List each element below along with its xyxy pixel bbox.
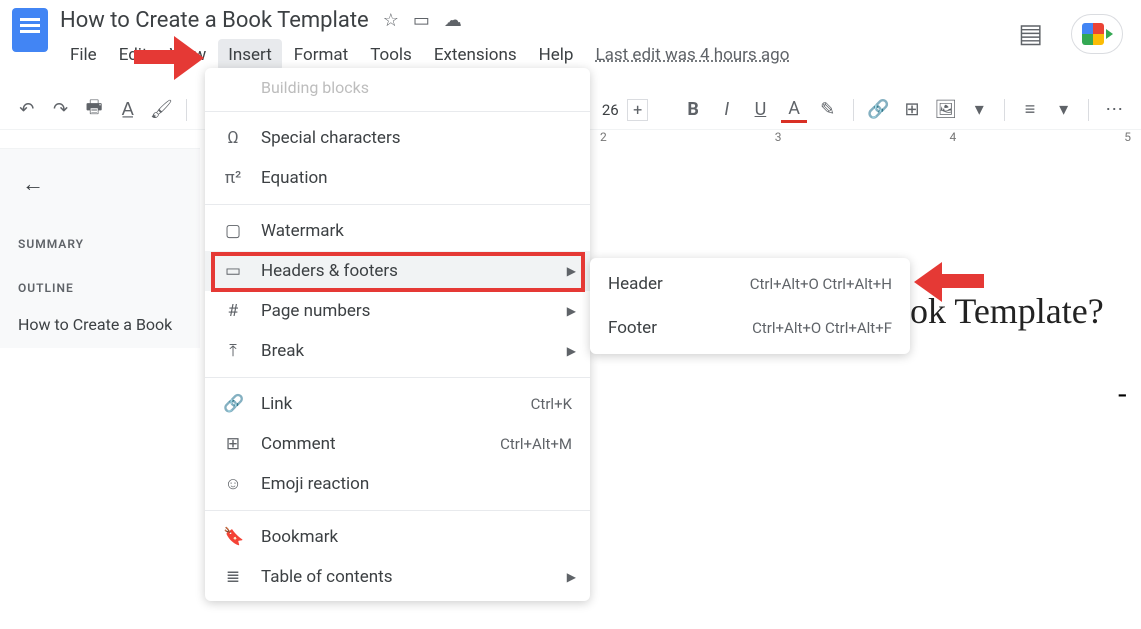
link-icon[interactable]: 🔗: [866, 97, 892, 123]
watermark-icon: ▢: [223, 221, 243, 241]
bold-icon[interactable]: B: [680, 97, 706, 123]
ruler-tick: 5: [1124, 130, 1131, 148]
paint-format-icon[interactable]: 🖌: [149, 97, 175, 123]
menu-item-emoji[interactable]: ☺ Emoji reaction: [205, 464, 590, 504]
menu-item-equation[interactable]: π² Equation: [205, 158, 590, 198]
shortcut-label: Ctrl+K: [531, 395, 572, 413]
pi-icon: π²: [223, 168, 243, 188]
menu-item-comment[interactable]: ⊞ Comment Ctrl+Alt+M: [205, 424, 590, 464]
chevron-right-icon: ▶: [567, 344, 576, 358]
summary-heading: SUMMARY: [18, 237, 182, 251]
chevron-right-icon: ▶: [567, 570, 576, 584]
outline-heading: OUTLINE: [18, 281, 182, 295]
font-size-increase[interactable]: +: [627, 99, 649, 121]
highlight-icon[interactable]: ✎: [815, 97, 841, 123]
menu-item-special-characters[interactable]: Ω Special characters: [205, 118, 590, 158]
menu-item-label: Watermark: [261, 221, 344, 241]
menu-extensions[interactable]: Extensions: [424, 39, 527, 71]
shortcut-label: Ctrl+Alt+O Ctrl+Alt+F: [752, 319, 892, 337]
submenu-item-header[interactable]: Header Ctrl+Alt+O Ctrl+Alt+H: [590, 262, 910, 306]
ruler-tick: 2: [600, 130, 607, 148]
shortcut-label: Ctrl+Alt+O Ctrl+Alt+H: [750, 275, 892, 293]
menu-file[interactable]: File: [60, 39, 107, 71]
menu-item-bookmark[interactable]: 🔖 Bookmark: [205, 517, 590, 557]
menu-item-label: Emoji reaction: [261, 474, 369, 494]
menu-item-link[interactable]: 🔗 Link Ctrl+K: [205, 384, 590, 424]
menu-item-label: Table of contents: [261, 567, 392, 587]
ruler-tick: 3: [775, 130, 782, 148]
menu-item-watermark[interactable]: ▢ Watermark: [205, 211, 590, 251]
undo-icon[interactable]: ↶: [14, 97, 40, 123]
redo-icon[interactable]: ↷: [48, 97, 74, 123]
outline-item[interactable]: How to Create a Book: [18, 315, 182, 334]
menu-tools[interactable]: Tools: [360, 39, 422, 71]
comments-icon[interactable]: ▤: [1018, 19, 1043, 49]
insert-comment-icon[interactable]: ⊞: [899, 97, 925, 123]
doc-body-dash: -: [1118, 378, 1127, 410]
meet-button[interactable]: [1071, 14, 1123, 54]
annotation-box: [211, 252, 585, 292]
submenu-item-footer[interactable]: Footer Ctrl+Alt+O Ctrl+Alt+F: [590, 306, 910, 350]
headers-footers-submenu: Header Ctrl+Alt+O Ctrl+Alt+H Footer Ctrl…: [590, 258, 910, 354]
annotation-arrow-insert: [134, 36, 204, 80]
menu-insert[interactable]: Insert: [218, 39, 282, 71]
omega-icon: Ω: [223, 128, 243, 148]
menu-item-label: Comment: [261, 434, 336, 454]
ruler-tick: 4: [950, 130, 957, 148]
menu-item-label: Header: [608, 274, 663, 294]
chevron-down-icon[interactable]: ▾: [967, 97, 993, 123]
menu-item-truncated[interactable]: Building blocks: [205, 72, 590, 105]
link-icon: 🔗: [223, 394, 243, 414]
underline-icon[interactable]: U: [748, 97, 774, 123]
menu-item-label: Equation: [261, 168, 328, 188]
meet-logo-icon: [1082, 23, 1104, 45]
chevron-down-icon[interactable]: ▾: [1051, 97, 1077, 123]
emoji-icon: ☺: [223, 474, 243, 494]
menu-item-label: Bookmark: [261, 527, 338, 547]
outline-panel: ← SUMMARY OUTLINE How to Create a Book: [0, 148, 200, 348]
insert-dropdown: Building blocks Ω Special characters π² …: [205, 68, 590, 601]
chevron-right-icon: ▶: [567, 304, 576, 318]
hash-icon: #: [223, 301, 243, 321]
insert-image-icon[interactable]: 🖼: [933, 97, 959, 123]
font-size-input[interactable]: 26: [602, 101, 619, 119]
spellcheck-icon[interactable]: A̲: [115, 97, 141, 123]
menu-format[interactable]: Format: [284, 39, 358, 71]
menu-item-table-of-contents[interactable]: ≣ Table of contents ▶: [205, 557, 590, 597]
bookmark-icon: 🔖: [223, 527, 243, 547]
break-icon: ⤒: [223, 341, 243, 361]
annotation-arrow-header: [914, 262, 984, 302]
text-color-icon[interactable]: A: [781, 97, 807, 123]
cloud-status-icon[interactable]: ☁: [444, 10, 462, 31]
menu-item-page-numbers[interactable]: # Page numbers ▶: [205, 291, 590, 331]
move-icon[interactable]: ▭: [413, 10, 430, 31]
menu-item-label: Footer: [608, 318, 657, 338]
ruler: 2 3 4 5: [600, 130, 1131, 148]
menu-help[interactable]: Help: [529, 39, 584, 71]
italic-icon[interactable]: I: [714, 97, 740, 123]
shortcut-label: Ctrl+Alt+M: [500, 435, 572, 453]
chevron-down-icon: [1106, 29, 1113, 39]
doc-title[interactable]: How to Create a Book Template: [60, 8, 369, 33]
menu-item-label: Special characters: [261, 128, 400, 148]
align-icon[interactable]: ≡: [1017, 97, 1043, 123]
back-arrow-icon[interactable]: ←: [22, 171, 182, 197]
docs-logo-icon[interactable]: [12, 8, 48, 52]
menu-item-label: Break: [261, 341, 304, 361]
more-icon[interactable]: ⋯: [1101, 97, 1127, 123]
menu-item-label: Page numbers: [261, 301, 370, 321]
star-icon[interactable]: ☆: [383, 10, 399, 31]
menu-item-label: Link: [261, 394, 292, 414]
toc-icon: ≣: [223, 567, 243, 587]
last-edit-link[interactable]: Last edit was 4 hours ago: [585, 39, 799, 71]
menu-item-break[interactable]: ⤒ Break ▶: [205, 331, 590, 371]
print-icon[interactable]: 🖶: [81, 97, 107, 123]
comment-icon: ⊞: [223, 434, 243, 454]
